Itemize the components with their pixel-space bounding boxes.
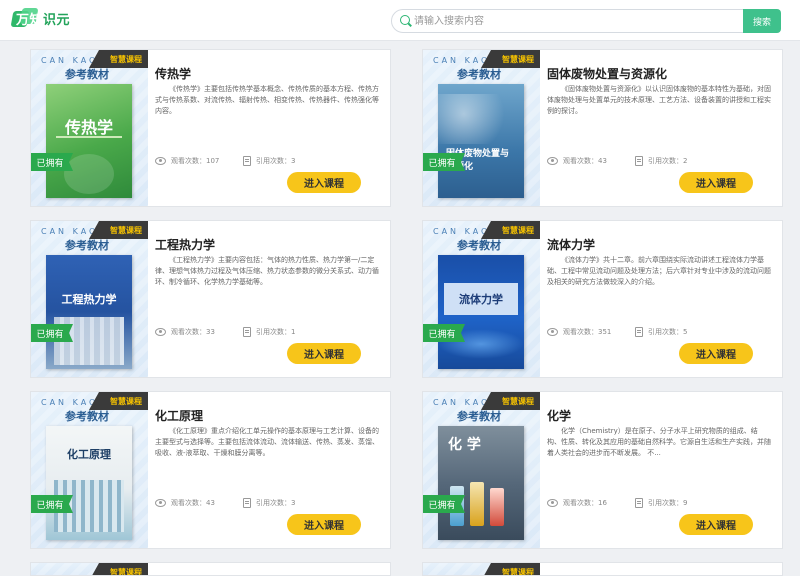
course-description: 《固体废物处置与资源化》以认识固体废物的基本特性为基础，对固体废物处理与处置单元… (547, 85, 771, 115)
logo-mark: 万知识元 (10, 8, 70, 30)
cankao-title: 参考教材 (457, 68, 501, 81)
smart-course-ribbon: 智慧课程 (89, 221, 148, 239)
enter-course-button[interactable]: 进入课程 (679, 172, 753, 193)
document-icon (243, 327, 251, 337)
cankao-label: CAN KAO (41, 56, 99, 65)
cankao-label: CAN KAO (41, 398, 99, 407)
cover-area[interactable]: CAN KAO 参考教材 化 学 (423, 392, 540, 548)
owned-badge: 已拥有 (31, 495, 73, 513)
smart-course-ribbon: 智慧课程 (89, 392, 148, 410)
view-count: 观看次数： 33 (155, 327, 215, 337)
owned-badge: 已拥有 (423, 495, 465, 513)
cankao-label: CAN KAO (41, 227, 99, 236)
eye-icon (547, 499, 558, 507)
course-card[interactable]: CAN KAO 参考教材 工程热力学 智慧课程 已拥有 工程热力学 《工程热力学… (30, 220, 391, 378)
book-cover[interactable]: 固体废物处置与资源化 (438, 84, 524, 198)
view-count: 观看次数： 43 (547, 156, 607, 166)
book-cover-title: 工程热力学 (61, 293, 117, 306)
search-icon (400, 15, 410, 25)
course-card-partial[interactable]: 智慧课程 (30, 562, 391, 576)
course-card[interactable]: CAN KAO 参考教材 固体废物处置与资源化 智慧课程 已拥有 固体废物处置与… (422, 49, 783, 207)
book-cover[interactable]: 化工原理 (46, 426, 132, 540)
course-title[interactable]: 化学 (547, 407, 571, 424)
cite-count: 引用次数： 5 (635, 327, 687, 337)
cankao-label: CAN KAO (433, 56, 491, 65)
cite-count: 引用次数： 9 (635, 498, 687, 508)
view-count: 观看次数： 107 (155, 156, 219, 166)
view-count: 观看次数： 351 (547, 327, 611, 337)
owned-badge: 已拥有 (423, 324, 465, 342)
cankao-title: 参考教材 (457, 410, 501, 423)
top-bar: 万知识元 搜索 (0, 0, 800, 41)
cankao-label: CAN KAO (433, 227, 491, 236)
smart-course-ribbon: 智慧课程 (481, 221, 540, 239)
document-icon (635, 498, 643, 508)
smart-course-ribbon: 智慧课程 (481, 392, 540, 410)
cite-count: 引用次数： 2 (635, 156, 687, 166)
cankao-title: 参考教材 (457, 239, 501, 252)
cankao-label: CAN KAO (433, 398, 491, 407)
smart-course-ribbon: 智慧课程 (89, 50, 148, 68)
cankao-title: 参考教材 (65, 410, 109, 423)
logo[interactable]: 万知识元 (10, 7, 70, 31)
search-input[interactable] (414, 10, 734, 32)
enter-course-button[interactable]: 进入课程 (287, 343, 361, 364)
course-title[interactable]: 工程热力学 (155, 236, 215, 253)
smart-course-ribbon: 智慧课程 (481, 50, 540, 68)
course-description: 《传热学》主要包括传热学基本概念、传热传质的基本方程、传热方式与传热系数、对流传… (155, 85, 379, 115)
course-description: 《工程热力学》主要内容包括：气体的热力性质、热力学第一/二定律、理想气体热力过程… (155, 256, 379, 286)
book-cover-title: 化工原理 (67, 448, 111, 461)
document-icon (243, 498, 251, 508)
enter-course-button[interactable]: 进入课程 (679, 343, 753, 364)
book-cover[interactable]: 传热学 (46, 84, 132, 198)
eye-icon (155, 157, 166, 165)
owned-badge: 已拥有 (423, 153, 465, 171)
course-title[interactable]: 固体废物处置与资源化 (547, 65, 667, 82)
course-card-partial[interactable]: 智慧课程 (422, 562, 783, 576)
course-card[interactable]: CAN KAO 参考教材 传热学 智慧课程 已拥有 传热学 《传热学》主要包括传… (30, 49, 391, 207)
cite-count: 引用次数： 3 (243, 498, 295, 508)
cover-area[interactable]: CAN KAO 参考教材 固体废物处置与资源化 (423, 50, 540, 206)
eye-icon (547, 328, 558, 336)
owned-badge: 已拥有 (31, 324, 73, 342)
enter-course-button[interactable]: 进入课程 (287, 514, 361, 535)
book-cover-title: 化 学 (448, 437, 481, 453)
cite-count: 引用次数： 1 (243, 327, 295, 337)
course-description: 《流体力学》共十二章。前六章围绕实际流动讲述工程流体力学基础、工程中常见流动问题… (547, 256, 771, 286)
eye-icon (155, 328, 166, 336)
cankao-title: 参考教材 (65, 68, 109, 81)
view-count: 观看次数： 16 (547, 498, 607, 508)
course-card[interactable]: CAN KAO 参考教材 化 学 智慧课程 已拥有 化学 化学（Chemistr… (422, 391, 783, 549)
view-count: 观看次数： 43 (155, 498, 215, 508)
document-icon (243, 156, 251, 166)
search-button[interactable]: 搜索 (743, 9, 781, 33)
course-description: 《化工原理》重点介绍化工单元操作的基本原理与工艺计算、设备的主要型式与选择等。主… (155, 427, 379, 457)
eye-icon (155, 499, 166, 507)
document-icon (635, 327, 643, 337)
book-cover-title: 流体力学 (459, 293, 503, 306)
eye-icon (547, 157, 558, 165)
book-cover-title: 传热学 (64, 118, 113, 137)
cover-area[interactable]: CAN KAO 参考教材 流体力学 (423, 221, 540, 377)
course-title[interactable]: 传热学 (155, 65, 191, 82)
cankao-title: 参考教材 (65, 239, 109, 252)
cite-count: 引用次数： 3 (243, 156, 295, 166)
search-box (391, 9, 744, 33)
cover-area[interactable]: CAN KAO 参考教材 传热学 (31, 50, 148, 206)
course-card[interactable]: CAN KAO 参考教材 化工原理 智慧课程 已拥有 化工原理 《化工原理》重点… (30, 391, 391, 549)
course-title[interactable]: 流体力学 (547, 236, 595, 253)
document-icon (635, 156, 643, 166)
course-description: 化学（Chemistry）是在原子、分子水平上研究物质的组成、结构、性质、转化及… (547, 427, 771, 457)
course-card[interactable]: CAN KAO 参考教材 流体力学 智慧课程 已拥有 流体力学 《流体力学》共十… (422, 220, 783, 378)
book-cover[interactable]: 化 学 (438, 426, 524, 540)
book-cover[interactable]: 工程热力学 (46, 255, 132, 369)
enter-course-button[interactable]: 进入课程 (287, 172, 361, 193)
course-title[interactable]: 化工原理 (155, 407, 203, 424)
cover-area[interactable]: CAN KAO 参考教材 化工原理 (31, 392, 148, 548)
owned-badge: 已拥有 (31, 153, 73, 171)
logo-text: 万知识元 (16, 13, 71, 28)
cover-area[interactable]: CAN KAO 参考教材 工程热力学 (31, 221, 148, 377)
enter-course-button[interactable]: 进入课程 (679, 514, 753, 535)
book-cover[interactable]: 流体力学 (438, 255, 524, 369)
